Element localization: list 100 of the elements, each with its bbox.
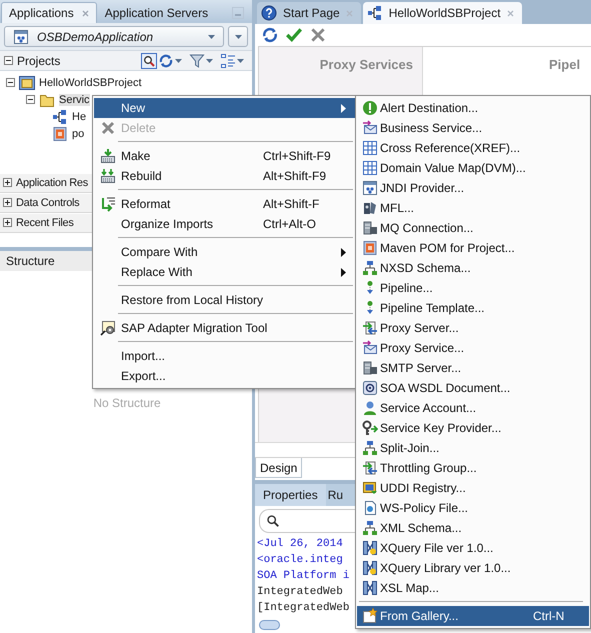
- menu-item[interactable]: Pipeline Template...: [357, 298, 589, 318]
- accordion-header[interactable]: Application Res: [16, 176, 88, 188]
- shortcut-label: Ctrl-N: [533, 609, 564, 623]
- menu-item[interactable]: MFL...: [357, 198, 589, 218]
- panel-tab[interactable]: Ru: [326, 484, 346, 506]
- alert-icon: [362, 100, 378, 116]
- menu-item[interactable]: Service Account...: [357, 398, 589, 418]
- caret-icon: [234, 34, 242, 38]
- menu-item[interactable]: WS-Policy File...: [357, 498, 589, 518]
- refresh-icon[interactable]: [261, 26, 279, 44]
- menu-item[interactable]: Reformat Alt+Shift-F: [94, 194, 355, 214]
- help-icon: [261, 5, 277, 21]
- menu-dropdown-button[interactable]: [228, 26, 248, 47]
- menu-item[interactable]: XQuery Library ver 1.0...: [357, 558, 589, 578]
- menu-item[interactable]: Compare With: [94, 242, 355, 262]
- menu-item[interactable]: From Gallery... Ctrl-N: [357, 606, 589, 626]
- map-icon: [362, 580, 378, 596]
- panel-tab[interactable]: Application Servers: [96, 2, 216, 23]
- menu-item[interactable]: Service Key Provider...: [357, 418, 589, 438]
- log-line: [IntegratedWeb: [257, 601, 350, 616]
- menu-item[interactable]: Domain Value Map(DVM)...: [357, 158, 589, 178]
- server-icon: [362, 360, 378, 376]
- menu-item[interactable]: UDDI Registry...: [357, 478, 589, 498]
- grid-icon: [362, 140, 378, 156]
- hierarchy-icon: [362, 440, 378, 456]
- tree-item[interactable]: He: [72, 110, 86, 122]
- arrows-icon: [362, 460, 378, 476]
- log-line: SOA Platform i: [257, 569, 350, 584]
- menu-item[interactable]: Throttling Group...: [357, 458, 589, 478]
- tree-item[interactable]: HelloWorldSBProject: [39, 76, 142, 88]
- accordion-header[interactable]: Data Controls: [16, 196, 80, 208]
- panel-title: Structure: [6, 254, 55, 268]
- menu-item[interactable]: XSL Map...: [357, 578, 589, 598]
- hierarchy-icon: [362, 520, 378, 536]
- document-icon: [362, 500, 378, 516]
- filter-icon[interactable]: [189, 52, 205, 68]
- shortcut-label: Alt+Shift-F: [263, 197, 320, 211]
- menu-item[interactable]: Proxy Service...: [357, 338, 589, 358]
- collapse-icon[interactable]: [26, 95, 35, 104]
- menu-item[interactable]: MQ Connection...: [357, 218, 589, 238]
- tree-item[interactable]: po: [72, 128, 84, 140]
- menu-item[interactable]: Maven POM for Project...: [357, 238, 589, 258]
- panel-tab[interactable]: Properties: [255, 484, 326, 506]
- project-icon: [19, 74, 35, 90]
- empty-message: No Structure: [93, 396, 161, 410]
- shortcut-label: Ctrl+Alt-O: [263, 217, 316, 231]
- check-icon[interactable]: [285, 26, 303, 44]
- menu-item[interactable]: Import...: [94, 346, 355, 366]
- menu-item[interactable]: Business Service...: [357, 118, 589, 138]
- shortcut-label: Ctrl+Shift-F9: [263, 149, 331, 163]
- user-icon: [362, 400, 378, 416]
- gear-icon: [100, 320, 116, 336]
- menu-item[interactable]: Pipeline...: [357, 278, 589, 298]
- menu-item[interactable]: Make Ctrl+Shift-F9: [94, 146, 355, 166]
- close-icon[interactable]: [309, 26, 327, 44]
- file-icon: [362, 240, 378, 256]
- menu-item[interactable]: Alert Destination...: [357, 98, 589, 118]
- pipeline-icon: [52, 108, 68, 124]
- reformat-icon: [100, 196, 116, 212]
- menu-item[interactable]: XQuery File ver 1.0...: [357, 538, 589, 558]
- editor-tab[interactable]: Start Page: [257, 2, 361, 24]
- log-line: IntegratedWeb: [257, 585, 343, 600]
- menu-item[interactable]: Rebuild Alt+Shift-F9: [94, 166, 355, 186]
- file-icon: [52, 126, 68, 142]
- menu-item[interactable]: Restore from Local History: [94, 290, 355, 310]
- column-header: Pipel: [549, 57, 580, 72]
- expand-icon[interactable]: [3, 178, 12, 187]
- collapse-icon[interactable]: [4, 56, 13, 65]
- tools-icon: [362, 200, 378, 216]
- menu-item[interactable]: New: [94, 98, 355, 118]
- menu-item[interactable]: Export...: [94, 366, 355, 386]
- layout-icon[interactable]: [220, 52, 236, 68]
- view-tab[interactable]: Design: [255, 458, 302, 478]
- expand-icon[interactable]: [3, 218, 12, 227]
- panel-tab[interactable]: Applications: [1, 2, 97, 23]
- delete-icon: [100, 120, 116, 136]
- menu-item[interactable]: SOA WSDL Document...: [357, 378, 589, 398]
- scrollbar-thumb[interactable]: [259, 620, 280, 630]
- menu-item[interactable]: Cross Reference(XREF)...: [357, 138, 589, 158]
- registry-icon: [362, 480, 378, 496]
- search-icon[interactable]: [141, 52, 157, 68]
- menu-item[interactable]: NXSD Schema...: [357, 258, 589, 278]
- menu-item[interactable]: XML Schema...: [357, 518, 589, 538]
- collapse-icon[interactable]: [6, 78, 15, 87]
- menu-item[interactable]: JNDI Provider...: [357, 178, 589, 198]
- dropdown-icon: [175, 58, 182, 62]
- tree-item[interactable]: Servic: [59, 94, 90, 106]
- menu-item[interactable]: SMTP Server...: [357, 358, 589, 378]
- accordion-header[interactable]: Recent Files: [16, 216, 74, 228]
- menu-item[interactable]: Replace With: [94, 262, 355, 282]
- menu-item[interactable]: Organize Imports Ctrl+Alt-O: [94, 214, 355, 234]
- menu-item[interactable]: Proxy Server...: [357, 318, 589, 338]
- grid-icon: [362, 160, 378, 176]
- refresh-icon[interactable]: [158, 52, 174, 68]
- editor-tab[interactable]: HelloWorldSBProject: [362, 2, 522, 24]
- map-icon: [362, 540, 378, 556]
- menu-item[interactable]: SAP Adapter Migration Tool: [94, 318, 355, 338]
- expand-icon[interactable]: [3, 198, 12, 207]
- menu-item[interactable]: Split-Join...: [357, 438, 589, 458]
- application-dropdown[interactable]: OSBDemoApplication: [4, 26, 224, 47]
